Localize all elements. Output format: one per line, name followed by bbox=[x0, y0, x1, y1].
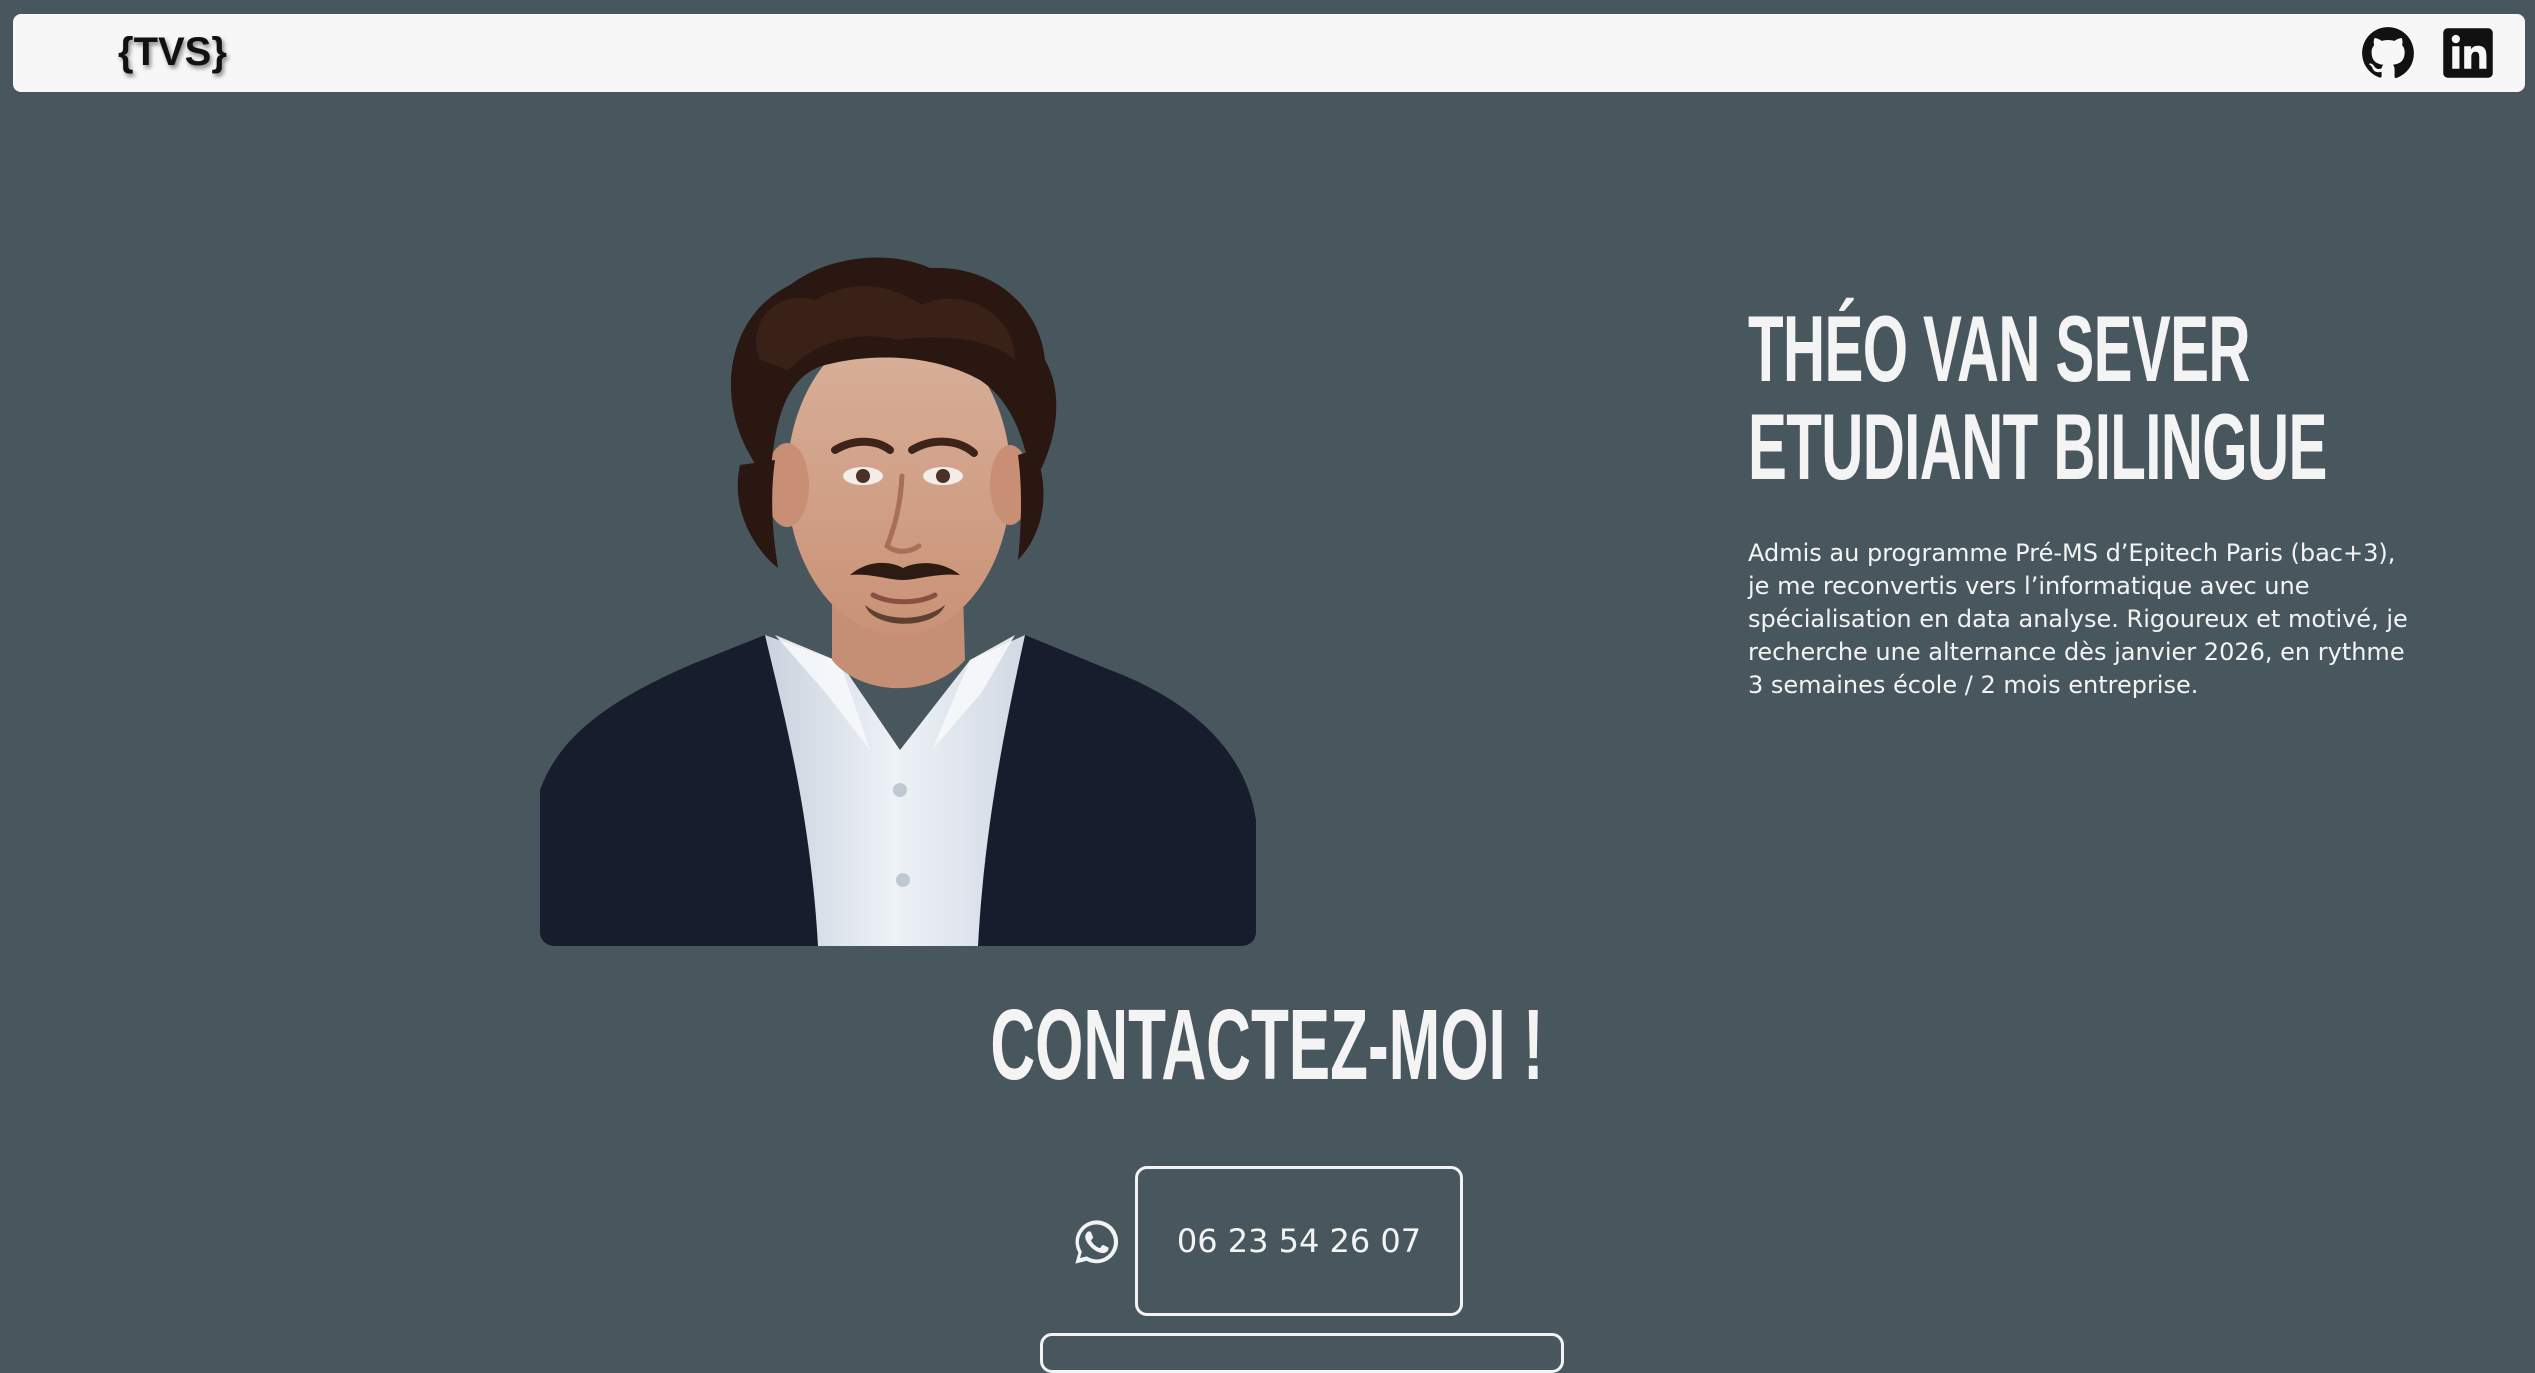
contact-heading: Contactez-moi ! bbox=[990, 989, 1544, 1101]
linkedin-icon[interactable] bbox=[2441, 26, 2495, 80]
top-navbar: {TVS} bbox=[13, 14, 2525, 92]
contact-next-button[interactable] bbox=[1040, 1333, 1564, 1373]
whatsapp-icon bbox=[1075, 1220, 1119, 1264]
profile-photo bbox=[540, 230, 1256, 946]
github-icon[interactable] bbox=[2361, 26, 2415, 80]
hero-description: Admis au programme Pré-MS d’Epitech Pari… bbox=[1748, 539, 2408, 699]
hero-title: Théo Van Sever Etudiant bilingue bbox=[1748, 300, 2327, 496]
site-logo[interactable]: {TVS} bbox=[118, 24, 227, 80]
hero-title-role: Etudiant bilingue bbox=[1748, 394, 2327, 499]
hero-title-name: Théo Van Sever bbox=[1748, 296, 2251, 401]
phone-number-button[interactable]: 06 23 54 26 07 bbox=[1135, 1166, 1463, 1316]
